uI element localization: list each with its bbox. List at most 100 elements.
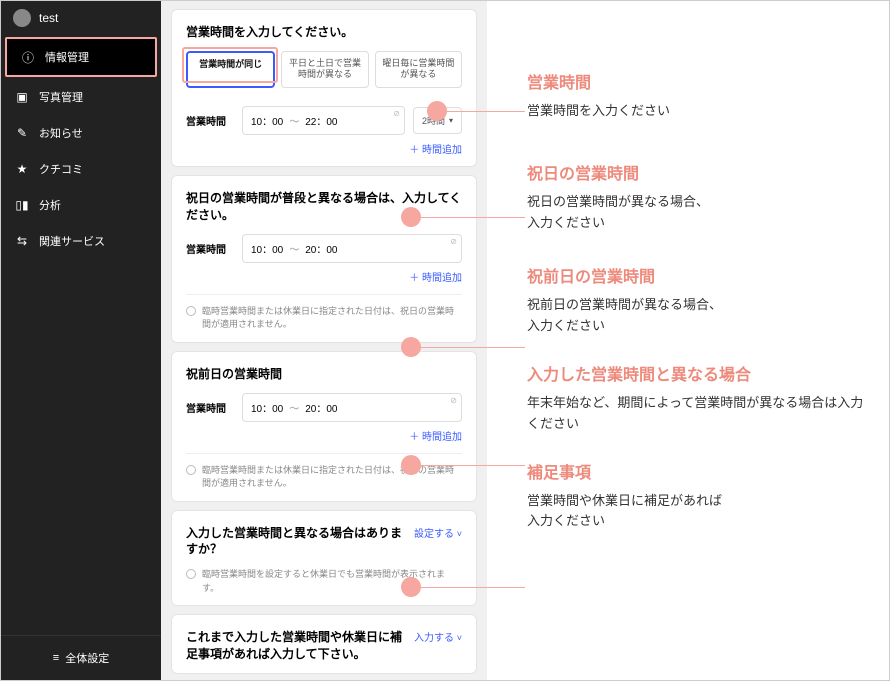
card-exception: 入力した営業時間と異なる場合はありますか？ 設定する ˅ 臨時営業時間を設定する…: [171, 510, 477, 607]
callout-line: [421, 217, 525, 218]
user-name: test: [39, 11, 58, 25]
annotation-title: 祝前日の営業時間: [527, 263, 869, 287]
annotation-desc: 営業時間や休業日に補足があれば 入力ください: [527, 491, 869, 533]
card-holiday: 祝日の営業時間が普段と異なる場合は、入力してください。 営業時間 10：00 ～…: [171, 175, 477, 343]
tab-weekday-weekend[interactable]: 平日と土日で営業時間が異なる: [281, 51, 368, 88]
clear-icon[interactable]: ⊘: [450, 396, 457, 405]
callout-dot: [401, 337, 421, 357]
note-row: 臨時営業時間または休業日に指定された日付は、祝日の営業時間が適用されません。: [186, 453, 462, 491]
annotation-desc: 年末年始など、期間によって営業時間が異なる場合は入力ください: [527, 393, 869, 435]
radio-icon[interactable]: [186, 465, 196, 475]
annotation-panel: 営業時間 営業時間を入力ください 祝日の営業時間 祝日の営業時間が異なる場合、 …: [487, 1, 889, 680]
chevron-down-icon: ˅: [457, 529, 462, 539]
sidebar-item-label: 関連サービス: [39, 233, 105, 249]
annotation-preholiday: 祝前日の営業時間 祝前日の営業時間が異なる場合、 入力ください: [527, 263, 869, 337]
card-hours: 営業時間を入力してください。 営業時間が同じ 平日と土日で営業時間が異なる 曜日…: [171, 9, 477, 167]
chevron-down-icon: ˅: [457, 633, 462, 643]
callout-line: [447, 111, 525, 112]
sidebar-item-photos[interactable]: ▣ 写真管理: [1, 79, 161, 115]
end-time: 20：00: [305, 400, 337, 415]
sidebar-item-label: 写真管理: [39, 89, 83, 105]
sidebar-item-label: 分析: [39, 197, 61, 213]
sidebar-item-label: お知らせ: [39, 125, 83, 141]
sidebar-item-label: 情報管理: [45, 49, 89, 65]
sidebar-item-reviews[interactable]: ★ クチコミ: [1, 151, 161, 187]
annotation-desc: 祝日の営業時間が異なる場合、 入力ください: [527, 192, 869, 234]
time-row: 営業時間 10：00 ～ 20：00 ⊘: [186, 393, 462, 422]
note-text: 臨時営業時間または休業日に指定された日付は、祝日の営業時間が適用されません。: [202, 305, 462, 332]
card-title: 営業時間を入力してください。: [186, 24, 462, 41]
card-supplement: これまで入力した営業時間や休業日に補足事項があれば入力して下さい。 入力する ˅: [171, 614, 477, 674]
add-time-link[interactable]: ＋ 時間追加: [186, 428, 462, 443]
footer-label: 全体設定: [65, 650, 109, 666]
end-time: 20：00: [305, 241, 337, 256]
configure-link[interactable]: 設定する ˅: [414, 525, 462, 540]
clear-icon[interactable]: ⊘: [450, 237, 457, 246]
pencil-icon: ✎: [15, 126, 29, 140]
annotation-exception: 入力した営業時間と異なる場合 年末年始など、期間によって営業時間が異なる場合は入…: [527, 361, 869, 435]
card-title: 祝前日の営業時間: [186, 366, 462, 383]
time-range-input[interactable]: 10：00 ～ 20：00 ⊘: [242, 234, 462, 263]
sidebar-item-label: クチコミ: [39, 161, 83, 177]
chart-icon: ▯▮: [15, 198, 29, 212]
card-title: 入力した営業時間と異なる場合はありますか？: [186, 525, 406, 559]
sidebar-item-analytics[interactable]: ▯▮ 分析: [1, 187, 161, 223]
sidebar-header: test: [1, 1, 161, 35]
hours-tabs: 営業時間が同じ 平日と土日で営業時間が異なる 曜日毎に営業時間が異なる: [186, 51, 462, 88]
note-row: 臨時営業時間または休業日に指定された日付は、祝日の営業時間が適用されません。: [186, 294, 462, 332]
callout-line: [421, 347, 525, 348]
sidebar: test ⓘ 情報管理 ▣ 写真管理 ✎ お知らせ ★ クチコミ ▯▮ 分析 ⇆…: [1, 1, 161, 680]
info-icon: ⓘ: [21, 50, 35, 64]
time-separator: ～: [289, 400, 299, 415]
sidebar-item-info[interactable]: ⓘ 情報管理: [5, 37, 157, 77]
time-separator: ～: [289, 241, 299, 256]
annotation-title: 祝日の営業時間: [527, 160, 869, 184]
time-range-input[interactable]: 10：00 ～ 22：00 ⊘: [242, 106, 405, 135]
annotation-title: 営業時間: [527, 69, 869, 93]
radio-icon[interactable]: [186, 306, 196, 316]
sidebar-item-news[interactable]: ✎ お知らせ: [1, 115, 161, 151]
start-time: 10：00: [251, 241, 283, 256]
end-time: 22：00: [305, 113, 337, 128]
callout-dot: [401, 207, 421, 227]
time-label: 営業時間: [186, 113, 234, 128]
annotation-supplement: 補足事項 営業時間や休業日に補足があれば 入力ください: [527, 459, 869, 533]
start-time: 10：00: [251, 113, 283, 128]
app-frame: test ⓘ 情報管理 ▣ 写真管理 ✎ お知らせ ★ クチコミ ▯▮ 分析 ⇆…: [0, 0, 890, 681]
note-text: 臨時営業時間を設定すると休業日でも営業時間が表示されます。: [202, 568, 462, 595]
radio-icon[interactable]: [186, 569, 196, 579]
time-separator: ～: [289, 113, 299, 128]
callout-line: [421, 465, 525, 466]
note-row: 臨時営業時間を設定すると休業日でも営業時間が表示されます。: [186, 564, 462, 595]
chevron-down-icon: ▾: [449, 116, 453, 125]
add-time-link[interactable]: ＋ 時間追加: [186, 269, 462, 284]
time-label: 営業時間: [186, 400, 234, 415]
annotation-desc: 祝前日の営業時間が異なる場合、 入力ください: [527, 295, 869, 337]
start-time: 10：00: [251, 400, 283, 415]
time-row: 営業時間 10：00 ～ 20：00 ⊘: [186, 234, 462, 263]
annotation-title: 入力した営業時間と異なる場合: [527, 361, 869, 385]
callout-dot: [401, 577, 421, 597]
card-preholiday: 祝前日の営業時間 営業時間 10：00 ～ 20：00 ⊘ ＋ 時間追加 臨時営…: [171, 351, 477, 502]
input-link[interactable]: 入力する ˅: [414, 629, 462, 644]
callout-dot: [401, 455, 421, 475]
callout-line: [421, 587, 525, 588]
time-range-input[interactable]: 10：00 ～ 20：00 ⊘: [242, 393, 462, 422]
menu-icon: ≡: [53, 652, 59, 664]
sidebar-item-services[interactable]: ⇆ 関連サービス: [1, 223, 161, 259]
star-icon: ★: [15, 162, 29, 176]
annotation-hours: 営業時間 営業時間を入力ください: [527, 69, 869, 122]
tab-per-day[interactable]: 曜日毎に営業時間が異なる: [375, 51, 462, 88]
sidebar-footer[interactable]: ≡ 全体設定: [1, 635, 161, 680]
add-time-link[interactable]: ＋ 時間追加: [186, 141, 462, 156]
note-text: 臨時営業時間または休業日に指定された日付は、祝日の営業時間が適用されません。: [202, 464, 462, 491]
avatar: [13, 9, 31, 27]
link-icon: ⇆: [15, 234, 29, 248]
annotation-holiday: 祝日の営業時間 祝日の営業時間が異なる場合、 入力ください: [527, 160, 869, 234]
tab-same[interactable]: 営業時間が同じ: [186, 51, 275, 88]
annotation-desc: 営業時間を入力ください: [527, 101, 869, 122]
clear-icon[interactable]: ⊘: [393, 109, 400, 118]
time-label: 営業時間: [186, 241, 234, 256]
callout-dot: [427, 101, 447, 121]
annotation-title: 補足事項: [527, 459, 869, 483]
